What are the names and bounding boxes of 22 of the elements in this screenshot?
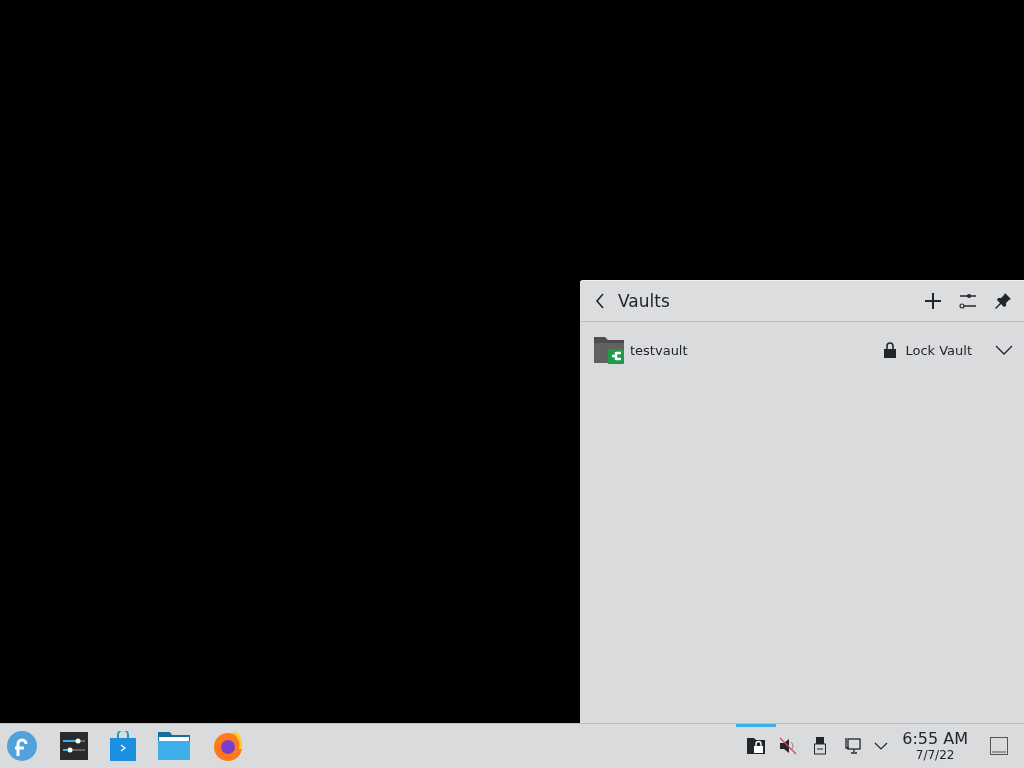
clock-date[interactable]: 7/7/22 xyxy=(915,749,955,761)
popup-title: Vaults xyxy=(618,291,670,311)
sliders-icon[interactable] xyxy=(60,732,88,760)
usb-drive-icon xyxy=(814,737,827,755)
clock-time[interactable]: 6:55 AM xyxy=(902,731,968,747)
expand-icon[interactable] xyxy=(995,345,1013,355)
lock-icon xyxy=(884,342,897,358)
add-icon[interactable] xyxy=(924,292,942,310)
show-desktop-icon[interactable] xyxy=(990,737,1008,755)
lock-folder-icon xyxy=(747,738,766,754)
settings-icon[interactable] xyxy=(959,293,977,309)
wired-network-icon xyxy=(843,737,862,755)
back-icon[interactable] xyxy=(595,293,605,309)
muted-speaker-icon xyxy=(779,737,798,755)
browser-icon[interactable] xyxy=(212,730,244,762)
folder-icon xyxy=(593,335,625,365)
expand-tray-icon[interactable] xyxy=(874,742,889,750)
pin-icon[interactable] xyxy=(994,292,1012,310)
lock-vault-button[interactable]: Lock Vault xyxy=(884,342,972,358)
folder-icon[interactable] xyxy=(158,732,190,760)
vault-name: testvault xyxy=(630,342,688,358)
fedora-logo-icon[interactable] xyxy=(6,730,38,762)
